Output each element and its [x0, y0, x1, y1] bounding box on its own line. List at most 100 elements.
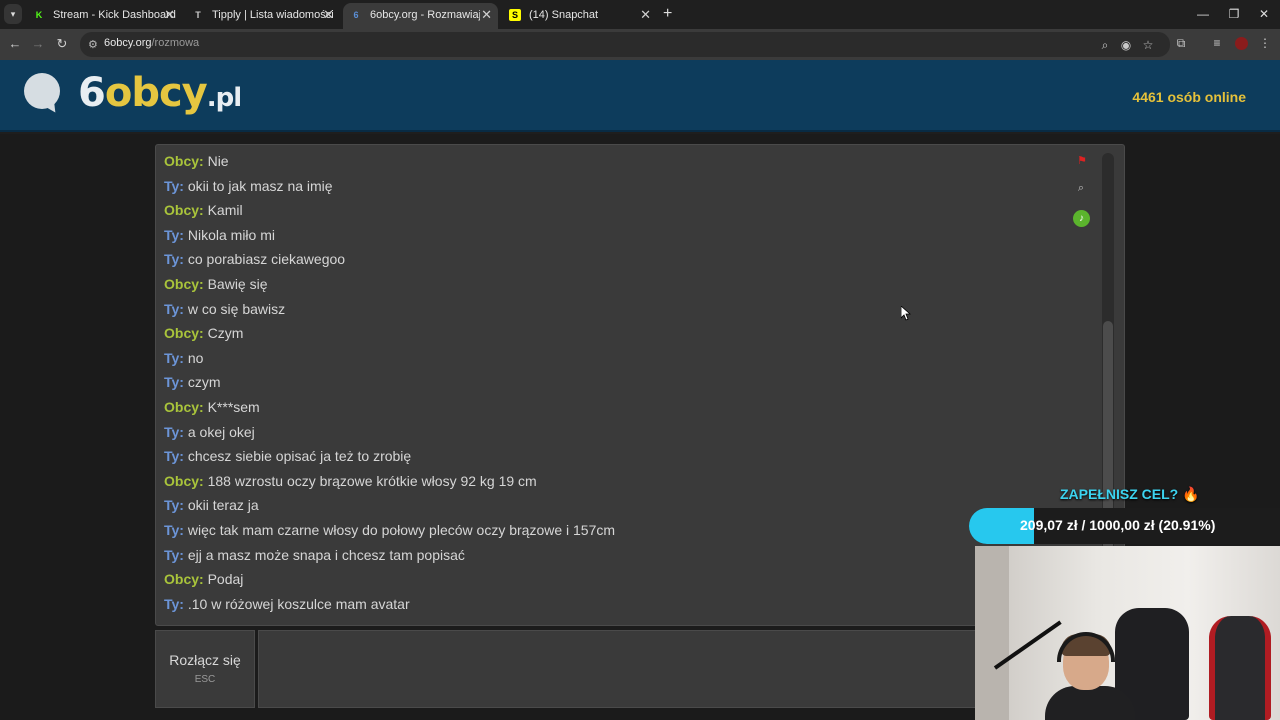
message-text: czym [187, 374, 221, 391]
webcam-door [975, 546, 1009, 720]
chat-message: Obcy: Kamil [164, 202, 243, 218]
message-text: Nie [207, 153, 229, 169]
chat-message: Obcy: Podaj [164, 571, 243, 587]
chat-message: Obcy: K***sem [164, 399, 260, 415]
tab-title: (14) Snapchat [529, 9, 599, 21]
close-tab-icon[interactable]: ✕ [164, 3, 175, 27]
message-text: Kamil [207, 202, 243, 219]
message-text: co porabiasz ciekawegoo [187, 251, 346, 268]
reload-icon[interactable]: ↻ [52, 34, 72, 54]
eye-off-icon[interactable]: ◉ [1117, 37, 1135, 53]
menu-icon[interactable]: ⋮ [1256, 36, 1274, 50]
snapchat-favicon-icon: S [509, 9, 521, 21]
disconnect-label: Rozłącz się [169, 652, 241, 668]
message-text: Nikola miło mi [187, 226, 275, 243]
media-controls-icon[interactable]: ≡ [1208, 36, 1226, 50]
message-author: Obcy: [164, 325, 204, 342]
chat-message: Obcy: Nie [164, 153, 229, 169]
webcam-overlay [975, 546, 1280, 720]
message-author: Ty: [164, 448, 184, 465]
back-icon[interactable]: ← [5, 34, 25, 54]
message-author: Obcy: [164, 472, 204, 489]
message-author: Ty: [164, 177, 184, 194]
address-bar[interactable]: ⚙ 6obcy.org/rozmowa ⌕ ◉ ☆ [80, 32, 1170, 57]
url-text[interactable]: 6obcy.org/rozmowa [104, 37, 199, 49]
chat-message: Ty: chcesz siebie opisać ja też to zrobi… [164, 448, 411, 464]
browser-tabbar: ▾ K Stream - Kick Dashboard ✕ T Tipply |… [0, 0, 1280, 29]
6obcy-favicon-icon: 6 [353, 10, 359, 20]
chat-message: Ty: Nikola miło mi [164, 227, 275, 243]
message-text: Bawię się [207, 276, 268, 292]
disconnect-button[interactable]: Rozłącz się ESC [155, 630, 255, 708]
tab-title: Stream - Kick Dashboard [53, 9, 176, 21]
browser-toolbar: ← → ↻ ⚙ 6obcy.org/rozmowa ⌕ ◉ ☆ ⧉ ≡ ⋮ [0, 29, 1280, 60]
message-text: .10 w różowej koszulce mam avatar [187, 595, 410, 612]
message-text: chcesz siebie opisać ja też to zrobię [187, 448, 412, 465]
chat-message: Ty: a okej okej [164, 424, 255, 440]
extensions-icon[interactable]: ⧉ [1172, 36, 1190, 51]
chat-message: Ty: więc tak mam czarne włosy do połowy … [164, 522, 615, 538]
tab-tipply[interactable]: T Tipply | Lista wiadomości ✕ [185, 3, 340, 29]
site-logo[interactable]: 6obcy.pl [78, 70, 242, 116]
message-text: Czym [207, 325, 244, 342]
message-author: Ty: [164, 251, 184, 268]
message-text: 188 wzrostu oczy brązowe krótkie włosy 9… [207, 472, 537, 489]
message-input[interactable] [258, 630, 978, 708]
message-text: okii teraz ja [187, 497, 259, 514]
site-header: 6obcy.pl 4461 osób online [0, 60, 1280, 132]
mouse-cursor-icon [901, 306, 911, 321]
message-author: Ty: [164, 300, 184, 317]
message-text: a okej okej [187, 423, 255, 440]
message-text: więc tak mam czarne włosy do połowy plec… [187, 522, 616, 538]
tab-title: Tipply | Lista wiadomości [212, 9, 334, 21]
message-author: Ty: [164, 349, 184, 366]
message-author: Ty: [164, 522, 184, 538]
message-author: Obcy: [164, 571, 204, 588]
chat-message: Ty: no [164, 350, 203, 366]
message-author: Ty: [164, 546, 184, 563]
tab-search-icon[interactable]: ▾ [4, 4, 22, 24]
message-text: K***sem [207, 399, 260, 415]
forward-icon[interactable]: → [28, 34, 48, 54]
message-text: Podaj [207, 571, 244, 588]
tab-snapchat[interactable]: S (14) Snapchat ✕ [502, 3, 657, 29]
goal-title: ZAPEŁNISZ CEL? 🔥 [1060, 486, 1200, 502]
new-tab-icon[interactable]: + [663, 4, 672, 24]
bookmark-star-icon[interactable]: ☆ [1139, 37, 1157, 53]
tab-kick-dashboard[interactable]: K Stream - Kick Dashboard ✕ [26, 3, 181, 29]
tab-title: 6obcy.org - Rozmawiaj anonimo [370, 9, 480, 21]
chat-message: Ty: czym [164, 374, 221, 390]
chat-message: Obcy: 188 wzrostu oczy brązowe krótkie w… [164, 473, 537, 489]
close-tab-icon[interactable]: ✕ [640, 3, 651, 27]
close-tab-icon[interactable]: ✕ [323, 3, 334, 27]
zoom-icon[interactable]: ⌕ [1096, 37, 1114, 53]
message-author: Ty: [164, 595, 184, 612]
chat-message: Obcy: Bawię się [164, 276, 268, 292]
profile-avatar[interactable] [1235, 37, 1248, 50]
restore-icon[interactable]: ❐ [1222, 3, 1246, 25]
message-author: Obcy: [164, 202, 204, 219]
message-text: w co się bawisz [187, 300, 286, 317]
message-author: Ty: [164, 423, 184, 440]
site-info-icon[interactable]: ⚙ [88, 38, 98, 51]
message-author: Ty: [164, 226, 184, 243]
message-text: no [187, 349, 204, 366]
fire-icon: 🔥 [1182, 486, 1200, 502]
minimize-icon[interactable]: — [1191, 3, 1215, 25]
chat-message: Obcy: Czym [164, 325, 243, 341]
message-author: Ty: [164, 497, 184, 514]
search-icon[interactable]: ⌕ [1073, 180, 1089, 196]
webcam-red-chair [1209, 616, 1271, 720]
report-flag-icon[interactable]: ⚑ [1074, 153, 1090, 169]
close-tab-icon[interactable]: ✕ [481, 3, 492, 27]
close-window-icon[interactable]: ✕ [1252, 3, 1276, 25]
online-count: 4461 osób online [1132, 89, 1246, 105]
chat-message: Ty: okii to jak masz na imię [164, 178, 333, 194]
kick-favicon-icon: K [35, 10, 43, 20]
sound-on-icon[interactable]: ♪ [1073, 210, 1090, 227]
tipply-favicon-icon: T [195, 10, 201, 20]
webcam-person-body [1045, 686, 1135, 720]
tab-6obcy[interactable]: 6 6obcy.org - Rozmawiaj anonimo ✕ [343, 3, 498, 29]
message-author: Obcy: [164, 276, 204, 292]
goal-amount: 209,07 zł / 1000,00 zł (20.91%) [1020, 517, 1216, 533]
